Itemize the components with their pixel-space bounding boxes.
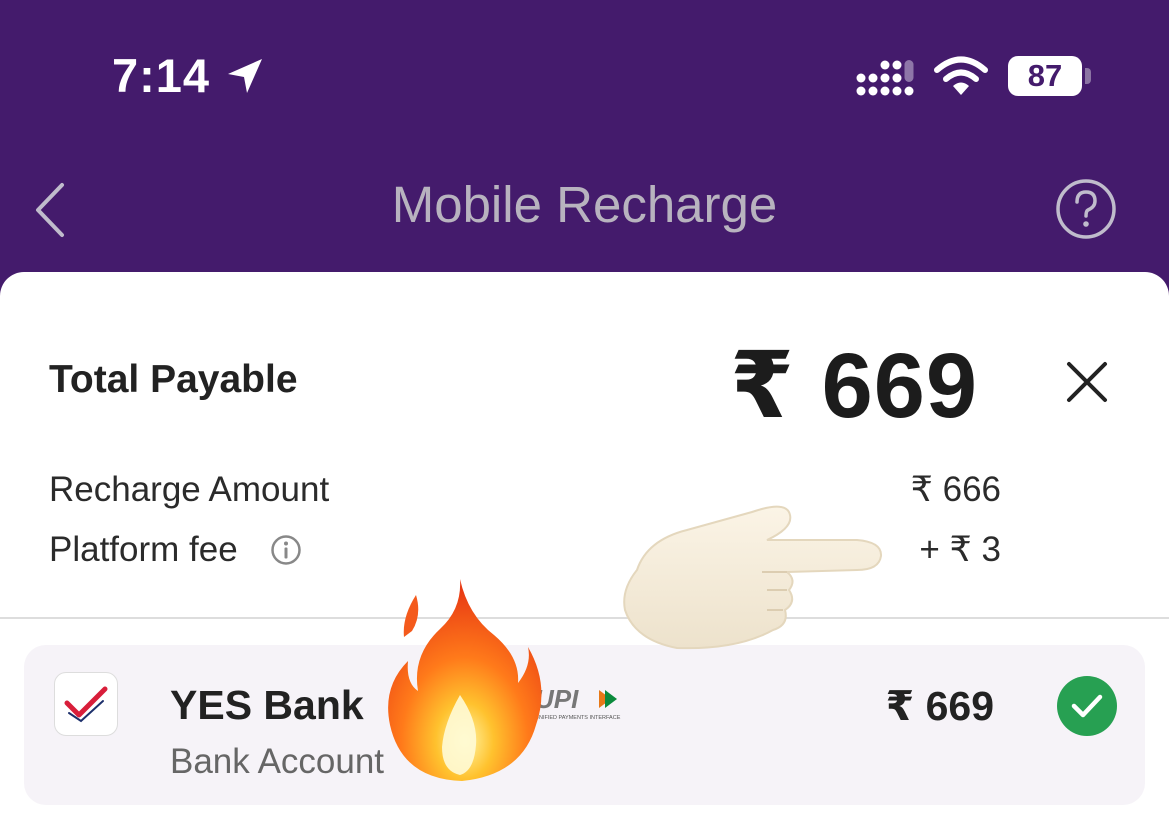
recharge-amount-label: Recharge Amount [49,470,330,509]
payment-amount: ₹ 669 [885,683,994,729]
info-icon[interactable] [270,534,302,566]
bank-logo [54,672,118,736]
recharge-amount-value: ₹ 666 [910,470,1001,509]
upi-subtext: UNIFIED PAYMENTS INTERFACE [535,715,621,721]
status-bar: 7:14 87 [0,0,1169,150]
account-type: Bank Account [170,742,385,781]
battery-tip [1085,68,1091,84]
platform-fee-label: Platform fee [49,530,238,569]
help-icon[interactable] [1055,178,1117,240]
pointing-hand-icon [623,505,883,650]
bank-logo-mark [64,686,108,723]
fire-icon [388,579,542,781]
status-time: 7:14 [112,49,211,102]
platform-fee-value: + ₹ 3 [919,530,1001,569]
battery-indicator: 87 [1008,56,1082,96]
divider [0,617,1169,619]
close-icon[interactable] [1065,360,1109,404]
signal-icon [856,60,914,96]
total-payable-label: Total Payable [49,358,298,401]
battery-level: 87 [1027,58,1063,93]
location-arrow-icon [228,59,262,93]
checkmark-icon[interactable] [1056,675,1118,737]
page-title: Mobile Recharge [391,176,778,233]
total-payable-amount: ₹ 669 [730,335,979,437]
bank-name: YES Bank [170,682,364,728]
wifi-icon [934,56,988,95]
upi-logo: UPI UNIFIED PAYMENTS INTERFACE [535,684,621,721]
